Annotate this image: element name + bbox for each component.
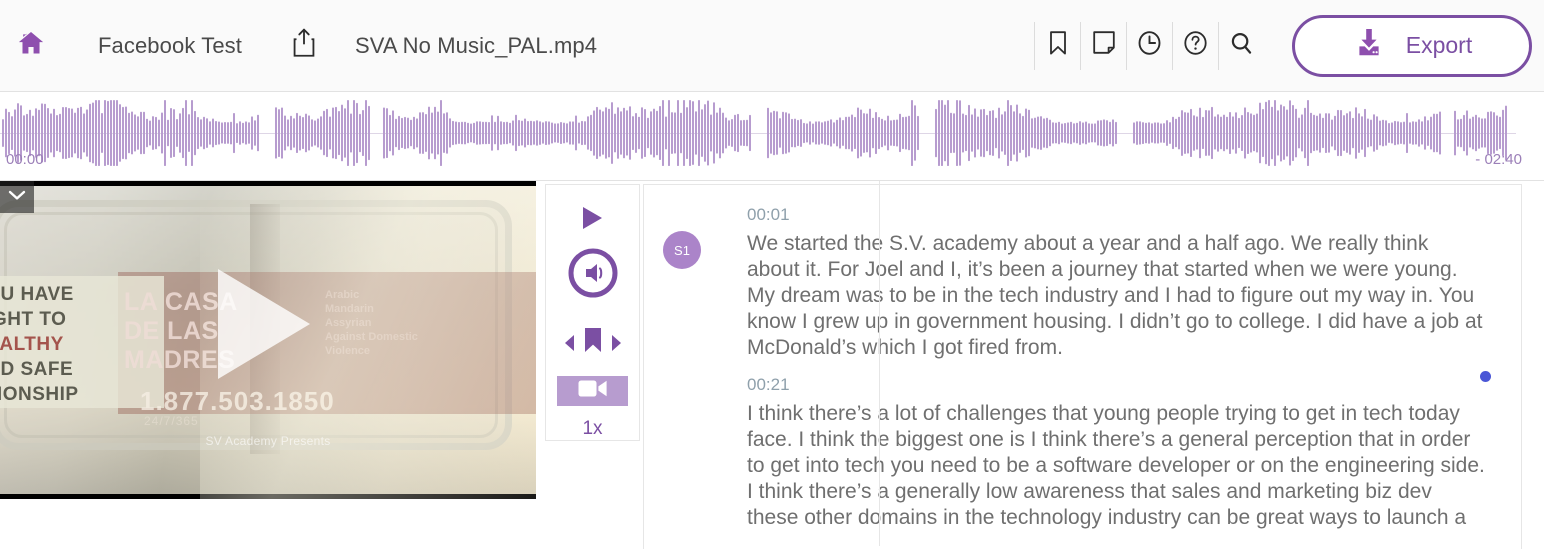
video-caption: SV Academy Presents <box>205 434 331 448</box>
video-toggle-button[interactable] <box>557 376 628 406</box>
transcript-block: Spe 00:21 I think there’s a lot of chall… <box>644 375 1521 531</box>
home-icon <box>16 29 46 62</box>
note-icon <box>1091 29 1117 62</box>
export-button[interactable]: Export <box>1292 14 1532 77</box>
ad-phone-subtext: 24/7/365 <box>144 414 199 428</box>
chevron-down-icon <box>8 188 26 206</box>
history-button[interactable] <box>1126 21 1172 70</box>
transcript-panel[interactable]: S1 00:01 We started the S.V. academy abo… <box>643 184 1522 549</box>
video-play-overlay-button[interactable] <box>218 269 310 379</box>
file-name[interactable]: SVA No Music_PAL.mp4 <box>355 33 597 59</box>
editor-body: YOU HAVE RIGHT TO HEALTHY AND SAFE ATION… <box>0 181 1544 549</box>
waveform-end-time: - 02:40 <box>1475 151 1522 168</box>
app-header: Facebook Test SVA No Music_PAL.mp4 Expor… <box>0 0 1544 92</box>
waveform-graphic <box>2 100 1507 166</box>
download-icon <box>1352 27 1386 64</box>
search-icon <box>1228 29 1255 62</box>
share-button[interactable] <box>289 28 319 63</box>
help-icon <box>1182 29 1209 62</box>
video-camera-icon <box>578 378 608 404</box>
prev-marker-button[interactable] <box>564 334 574 351</box>
media-controls-panel: 1x <box>545 184 640 441</box>
clock-icon <box>1136 29 1163 62</box>
video-player[interactable]: YOU HAVE RIGHT TO HEALTHY AND SAFE ATION… <box>0 181 536 499</box>
transcript-text[interactable]: We started the S.V. academy about a year… <box>747 231 1485 361</box>
transcript-timestamp[interactable]: 00:21 <box>747 375 1521 395</box>
video-collapse-button[interactable] <box>0 181 34 213</box>
transcript-right-border <box>879 181 880 546</box>
volume-button[interactable] <box>566 246 620 305</box>
transcript-block: S1 00:01 We started the S.V. academy abo… <box>644 205 1521 382</box>
project-name[interactable]: Facebook Test <box>98 33 242 59</box>
play-button[interactable] <box>583 207 602 229</box>
share-upload-icon <box>291 28 317 63</box>
note-button[interactable] <box>1080 21 1126 70</box>
next-marker-button[interactable] <box>611 334 621 351</box>
search-button[interactable] <box>1218 21 1264 70</box>
ad-line-5: ATIONSHIP <box>0 384 79 405</box>
waveform-timeline[interactable]: 00:00 - 02:40 <box>0 92 1544 181</box>
header-tools <box>1034 21 1264 70</box>
bookmark-icon <box>1046 29 1070 62</box>
waveform-start-time: 00:00 <box>6 151 44 168</box>
marker-navigation <box>564 327 621 358</box>
export-label: Export <box>1405 32 1473 58</box>
home-button[interactable] <box>14 29 48 63</box>
transcript-text[interactable]: I think there’s a lot of challenges that… <box>747 401 1485 531</box>
bookmark-button[interactable] <box>1034 21 1080 70</box>
help-button[interactable] <box>1172 21 1218 70</box>
avatar[interactable]: S1 <box>663 231 701 269</box>
playback-speed-button[interactable]: 1x <box>582 418 602 440</box>
volume-icon <box>566 248 620 304</box>
transcript-timestamp[interactable]: 00:01 <box>747 205 1521 225</box>
bookmark-marker-icon[interactable] <box>581 327 605 358</box>
